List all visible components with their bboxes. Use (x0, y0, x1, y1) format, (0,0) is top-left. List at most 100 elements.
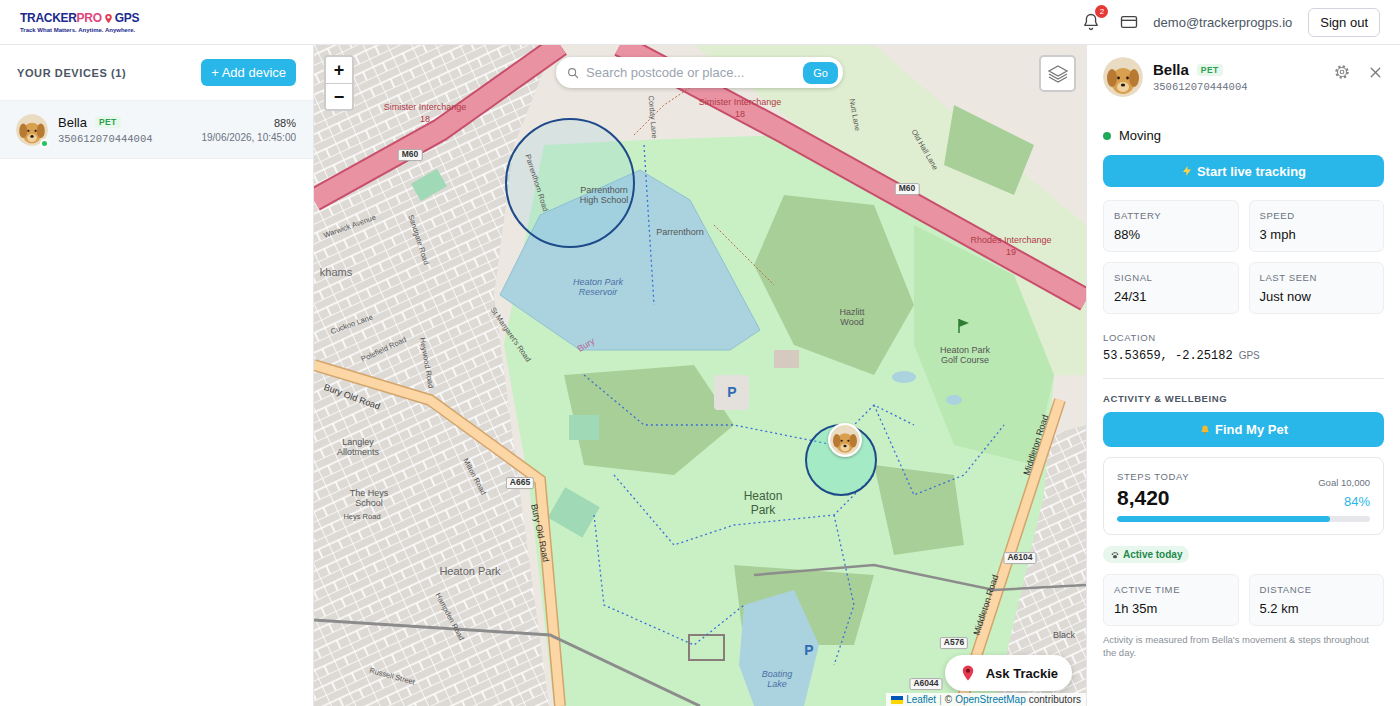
zoom-in-button[interactable]: + (326, 57, 352, 83)
stat-card: SIGNAL 24/31 (1103, 262, 1239, 314)
steps-card: STEPS TODAY8,420Goal 10,00084% (1103, 457, 1384, 535)
device-last-update: 19/06/2026, 10:45:00 (201, 132, 296, 143)
stat-card: LAST SEEN Just now (1249, 262, 1385, 314)
map-label: 19 (1006, 247, 1016, 257)
sidebar-title: YOUR DEVICES (1) (17, 67, 126, 79)
device-tag: PET (95, 116, 121, 128)
map-attribution: Leaflet|©OpenStreetMapcontributors (886, 693, 1086, 706)
tracker-app: TRACKERPROGPSTrack What Matters. Anytime… (0, 0, 1400, 706)
stat-card: BATTERY88% (1103, 200, 1239, 252)
steps-value: 8,420 (1117, 486, 1189, 510)
map-label: A665 (506, 477, 534, 489)
activity-chip: Active today (1103, 546, 1189, 563)
leaflet-link[interactable]: Leaflet (906, 694, 936, 705)
steps-main: STEPS TODAY 8,420 (1117, 471, 1189, 510)
osm-link[interactable]: OpenStreetMap (955, 694, 1026, 705)
map-label: M60 (895, 183, 920, 195)
card-icon[interactable] (1119, 12, 1139, 32)
layers-button[interactable] (1039, 55, 1076, 92)
stat-label: SPEED (1260, 210, 1374, 221)
main: YOUR DEVICES (1) + Add device Bella PET 3506… (0, 45, 1400, 706)
map-label: Heaton Park (738, 490, 788, 518)
notifications-button[interactable]: 2 (1081, 12, 1101, 32)
attribution-separator: | (939, 694, 942, 705)
device-row[interactable]: BellaPET35061207044400488%19/06/2026, 10… (0, 101, 313, 159)
logo-title: TRACKERPROGPS (20, 12, 139, 25)
details-tag: PET (1197, 64, 1223, 76)
stat-value: 88% (1114, 227, 1228, 242)
metric-card: ACTIVE TIME 1h 35m (1103, 574, 1239, 626)
lightning-icon (1181, 165, 1193, 177)
find-my-pet-button[interactable]: Find My Pet (1103, 412, 1384, 447)
device-imei: 350612070444004 (58, 133, 201, 145)
stat-label: SIGNAL (1114, 272, 1228, 283)
map-label: Parrenthorn High School (576, 185, 632, 206)
sign-out-button[interactable]: Sign out (1308, 8, 1380, 37)
logo-part: TRACKER (20, 12, 77, 24)
logo-part: PRO (77, 12, 102, 24)
map[interactable]: Simister Interchange 18 Simister Interchan… (314, 45, 1086, 706)
location-label: LOCATION (1103, 332, 1384, 343)
location-source: GPS (1239, 350, 1260, 361)
logo-tagline: Track What Matters. Anytime. Anywhere. (20, 27, 139, 33)
layers-icon (1046, 62, 1070, 86)
metric-value: 5.2 km (1260, 601, 1374, 616)
metric-value: 1h 35m (1114, 601, 1228, 616)
user-email: demo@trackerprogps.io (1153, 15, 1292, 30)
logo[interactable]: TRACKERPROGPS Track What Matters. Anytime… (20, 12, 139, 33)
search-go-button[interactable]: Go (803, 62, 838, 84)
map-label: khams (320, 266, 352, 279)
metrics-grid: ACTIVE TIME1h 35mDISTANCE5.2 km (1103, 574, 1384, 626)
map-label: A576 (940, 637, 968, 649)
ask-trackie-button[interactable]: Ask Trackie (945, 655, 1072, 691)
map-label: Heaton Park (439, 565, 500, 578)
details-header: BellaPET350612070444004 (1103, 57, 1384, 97)
map-search: Search postcode or place... Go (556, 57, 843, 88)
zoom-out-button[interactable]: − (326, 83, 352, 109)
stat-value: 24/31 (1114, 289, 1228, 304)
top-actions: 2 demo@trackerprogps.io Sign out (1081, 8, 1380, 37)
map-label: Boating Lake (755, 669, 800, 690)
device-sidebar: YOUR DEVICES (1) + Add device Bella PET 3506… (0, 45, 314, 706)
status-dot (1103, 132, 1111, 140)
device-info: Bella PET 350612070444004 (58, 115, 201, 145)
device-name-row: Bella PET (58, 115, 201, 130)
ask-trackie-label: Ask Trackie (986, 666, 1058, 681)
golf-icon (959, 319, 969, 333)
details-actions (1333, 57, 1384, 81)
map-label: The Heys School (344, 488, 394, 509)
details-info: BellaPET350612070444004 (1153, 57, 1333, 93)
location-row: 53.53659, -2.25182GPS (1103, 349, 1384, 363)
divider (1103, 378, 1384, 379)
metric-label: ACTIVE TIME (1114, 584, 1228, 595)
pin-icon (103, 12, 114, 25)
map-label: M60 (398, 149, 423, 161)
map-label: Hazlitt Wood (830, 307, 875, 328)
map-label: 18 (420, 114, 430, 124)
add-device-button[interactable]: + Add device (201, 59, 296, 86)
search-icon (566, 66, 580, 80)
map-label: Black (1053, 630, 1075, 640)
map-label: Simister Interchange (384, 102, 467, 112)
steps-label: STEPS TODAY (1117, 471, 1189, 482)
gear-icon[interactable] (1333, 63, 1351, 81)
steps-progress (1117, 516, 1370, 522)
close-icon[interactable] (1367, 64, 1384, 81)
map-label: Langley Allotments (331, 437, 386, 458)
stats-grid: BATTERY88%SPEED3 mphSIGNAL24/31LAST SEEN… (1103, 200, 1384, 314)
pet-marker[interactable] (828, 423, 862, 457)
map-label: Heys Road (343, 513, 380, 522)
map-label: Simister Interchange (699, 97, 782, 107)
search-input[interactable]: Search postcode or place... (586, 65, 797, 80)
attribution-suffix: contributors (1029, 694, 1081, 705)
stat-label: LAST SEEN (1260, 272, 1374, 283)
location: LOCATION 53.53659, -2.25182GPS (1103, 332, 1384, 363)
device-status: Moving (1103, 128, 1384, 143)
stat-value: Just now (1260, 289, 1374, 304)
paw-icon (1110, 550, 1120, 560)
device-name: Bella (58, 115, 87, 130)
dog-avatar-icon (1103, 57, 1143, 97)
status-label: Moving (1119, 128, 1161, 143)
map-label: Heaton Park Reservoir (563, 277, 633, 298)
live-tracking-button[interactable]: Start live tracking (1103, 155, 1384, 187)
